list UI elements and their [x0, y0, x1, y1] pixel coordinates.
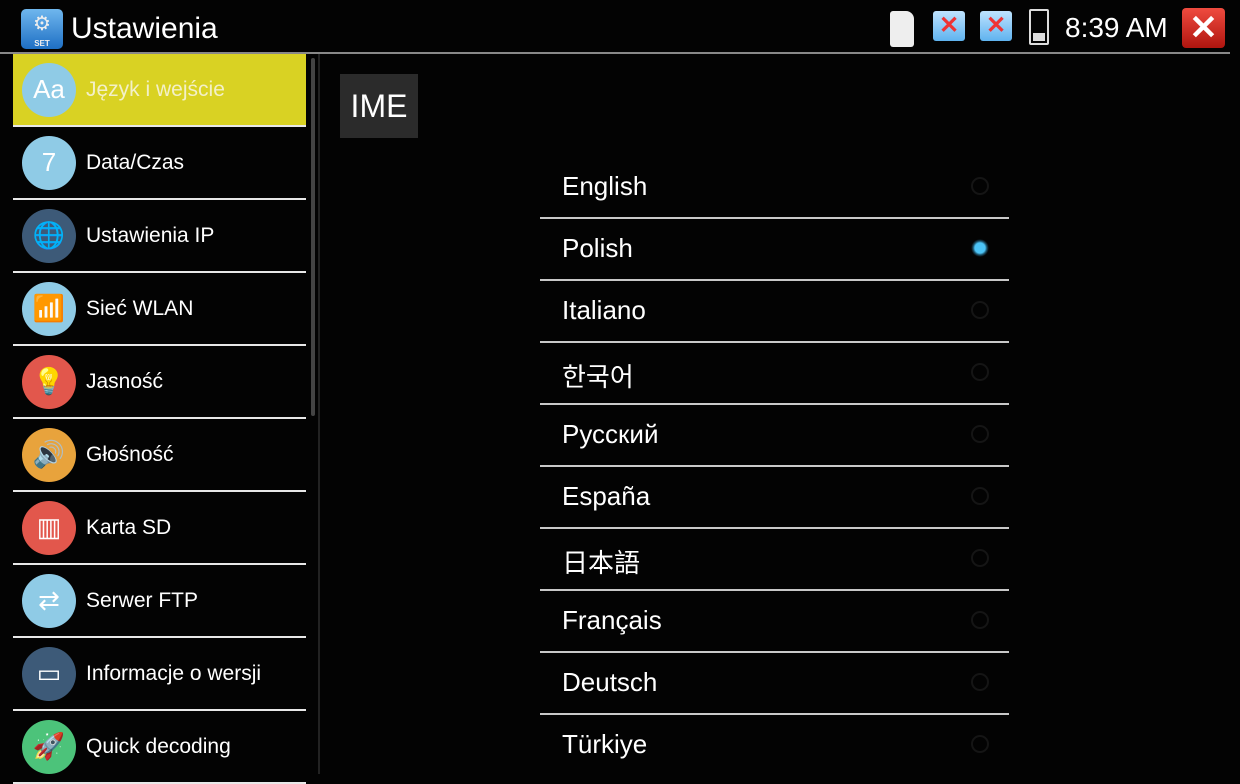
info-screen-icon: ▭: [22, 646, 76, 701]
rocket-icon: 🚀: [22, 719, 76, 774]
sidebar-item-label: Karta SD: [86, 515, 172, 539]
sd-card-icon: [890, 11, 914, 47]
monitor-2-disconnected-icon: ✕: [980, 11, 1012, 41]
language-label: España: [562, 481, 651, 511]
language-label: Italiano: [562, 295, 646, 325]
sidebar-item-bulb[interactable]: 💡 Jasność: [13, 346, 306, 419]
sidebar-item-label: Data/Czas: [86, 150, 185, 174]
sidebar-item-antenna[interactable]: 📶 Sieć WLAN: [13, 273, 306, 346]
ftp-icon: ⇄: [22, 573, 76, 628]
sd-card-icon: ▥: [22, 500, 76, 555]
settings-gear-icon: ⚙ SET: [21, 9, 63, 49]
language-option[interactable]: 日本語: [540, 529, 1009, 591]
language-option[interactable]: 한국어: [540, 343, 1009, 405]
sidebar-item-ftp[interactable]: ⇄ Serwer FTP: [13, 565, 306, 638]
sidebar-item-sd-card[interactable]: ▥ Karta SD: [13, 492, 306, 565]
sidebar-item-label: Quick decoding: [86, 734, 231, 758]
calendar-icon: 7: [22, 135, 76, 190]
language-label: Türkiye: [562, 729, 648, 759]
sidebar-item-label: Sieć WLAN: [86, 296, 194, 320]
bulb-icon: 💡: [22, 354, 76, 409]
divider: [318, 54, 320, 774]
radio-button[interactable]: [971, 177, 989, 195]
sidebar-item-label: Ustawienia IP: [86, 223, 215, 247]
language-option[interactable]: English: [540, 157, 1009, 219]
radio-button[interactable]: [971, 735, 989, 753]
language-option[interactable]: España: [540, 467, 1009, 529]
sidebar-item-globe[interactable]: 🌐 Ustawienia IP: [13, 200, 306, 273]
radio-button[interactable]: [971, 549, 989, 567]
monitor-1-disconnected-icon: ✕: [933, 11, 965, 41]
radio-button[interactable]: [971, 363, 989, 381]
close-button[interactable]: ✕: [1182, 8, 1225, 48]
radio-button[interactable]: [971, 487, 989, 505]
language-label: Deutsch: [562, 667, 658, 697]
radio-button[interactable]: [971, 425, 989, 443]
title-bar: ⚙ SET Ustawienia ✕ ✕ 8:39 AM ✕: [0, 0, 1240, 52]
antenna-icon: 📶: [22, 281, 76, 336]
sidebar-item-label: Język i wejście: [86, 77, 225, 101]
radio-button[interactable]: [971, 673, 989, 691]
language-option[interactable]: Polish: [540, 219, 1009, 281]
sidebar-scrollbar[interactable]: [311, 58, 315, 416]
sidebar-item-info-screen[interactable]: ▭ Informacje o wersji: [13, 638, 306, 711]
battery-icon: [1029, 9, 1049, 45]
language-label: English: [562, 171, 648, 201]
sidebar-item-label: Głośność: [86, 442, 174, 466]
language-label: 日本語: [562, 548, 641, 578]
sidebar-item-rocket[interactable]: 🚀 Quick decoding: [13, 711, 306, 784]
language-option[interactable]: Русский: [540, 405, 1009, 467]
ime-button[interactable]: IME: [340, 74, 418, 138]
language-label: Polish: [562, 233, 633, 263]
radio-button[interactable]: [971, 301, 989, 319]
sidebar-item-speaker[interactable]: 🔊 Głośność: [13, 419, 306, 492]
radio-button[interactable]: [971, 239, 989, 257]
language-icon: Aa: [22, 62, 76, 117]
language-option[interactable]: Deutsch: [540, 653, 1009, 715]
sidebar-item-label: Jasność: [86, 369, 164, 393]
clock: 8:39 AM: [1065, 12, 1168, 43]
page-title: Ustawienia: [71, 12, 218, 45]
language-option[interactable]: Türkiye: [540, 715, 1009, 775]
sidebar-item-language[interactable]: Aa Język i wejście: [13, 54, 306, 127]
language-list: English Polish Italiano 한국어 Русский España 日本語…: [540, 157, 1009, 775]
sidebar-item-label: Serwer FTP: [86, 588, 199, 612]
globe-icon: 🌐: [22, 208, 76, 263]
language-option[interactable]: Italiano: [540, 281, 1009, 343]
sidebar-item-calendar[interactable]: 7 Data/Czas: [13, 127, 306, 200]
sidebar: Aa Język i wejście 7 Data/Czas 🌐 Ustawienia I…: [13, 54, 306, 784]
language-label: Français: [562, 605, 662, 635]
language-label: Русский: [562, 419, 659, 449]
language-option[interactable]: Français: [540, 591, 1009, 653]
sidebar-item-label: Informacje o wersji: [86, 661, 262, 685]
radio-button[interactable]: [971, 611, 989, 629]
language-label: 한국어: [562, 362, 634, 392]
speaker-icon: 🔊: [22, 427, 76, 482]
